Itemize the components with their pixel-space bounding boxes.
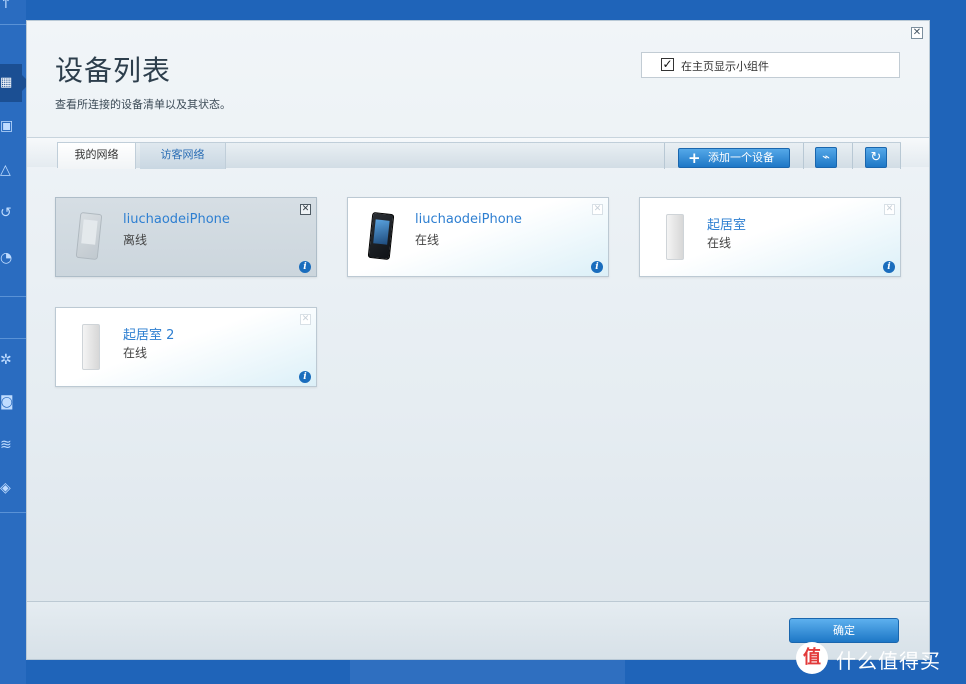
- device-card[interactable]: 起居室 在线 ✕ i: [639, 197, 901, 277]
- phone-icon: [75, 211, 103, 261]
- remove-device-icon[interactable]: ✕: [300, 314, 311, 325]
- wifi-icon[interactable]: ≋: [0, 437, 14, 453]
- tabbar-inner: 我的网络 访客网络 + 添加一个设备 ⌁ ↻: [57, 142, 901, 169]
- router-icon: [666, 214, 684, 260]
- sidebar-divider: [0, 296, 26, 297]
- toolbar-divider: [852, 143, 853, 169]
- page-title: 设备列表: [55, 54, 172, 87]
- add-device-button[interactable]: + 添加一个设备: [678, 148, 790, 168]
- toolbar-divider: [664, 143, 665, 169]
- phone-icon: [367, 211, 395, 261]
- dialog-header: 设备列表 查看所连接的设备清单以及其状态。 ✓ 在主页显示小组件: [27, 21, 929, 137]
- watermark: 值 什么值得买: [796, 640, 962, 674]
- remove-device-icon[interactable]: ✕: [300, 204, 311, 215]
- speed-icon[interactable]: ◔: [0, 250, 14, 266]
- device-list-dialog: ✕ 设备列表 查看所连接的设备清单以及其状态。 ✓ 在主页显示小组件 我的网络 …: [26, 20, 930, 660]
- broom-icon[interactable]: ⌁: [815, 147, 837, 168]
- remove-device-icon[interactable]: ✕: [592, 204, 603, 215]
- toolbar-divider: [803, 143, 804, 169]
- network-tabbar: 我的网络 访客网络 + 添加一个设备 ⌁ ↻: [27, 137, 929, 169]
- device-status: 离线: [123, 233, 148, 247]
- app-sidebar: ↑ ▦ ▣ △ ↺ ◔ ✲ ◙ ≋ ◈: [0, 0, 30, 684]
- add-device-label: 添加一个设备: [708, 151, 774, 164]
- calendar-icon[interactable]: ▣: [0, 118, 14, 134]
- device-name[interactable]: 起居室: [707, 214, 746, 233]
- device-card[interactable]: liuchaodeiPhone 在线 ✕ i: [347, 197, 609, 277]
- sidebar-divider: [0, 512, 26, 513]
- dialog-footer: 确定: [27, 601, 929, 659]
- watermark-text: 什么值得买: [836, 649, 941, 673]
- info-icon[interactable]: i: [299, 261, 311, 273]
- sidebar-divider: [0, 338, 26, 339]
- settings-icon[interactable]: ✲: [0, 352, 14, 368]
- shield-icon[interactable]: ◈: [0, 480, 14, 496]
- sidebar-item-device-list[interactable]: ▦: [0, 64, 30, 102]
- info-icon[interactable]: i: [883, 261, 895, 273]
- refresh-icon[interactable]: ↻: [865, 147, 887, 168]
- device-status: 在线: [415, 233, 440, 247]
- device-card[interactable]: 起居室 2 在线 ✕ i: [55, 307, 317, 387]
- device-status: 在线: [707, 236, 732, 250]
- toolbar-divider: [900, 143, 901, 169]
- restore-icon[interactable]: ↺: [0, 205, 14, 221]
- top-icon[interactable]: ↑: [0, 0, 14, 12]
- info-icon[interactable]: i: [299, 371, 311, 383]
- background-panel: [350, 660, 625, 684]
- page-subtitle: 查看所连接的设备清单以及其状态。: [55, 98, 231, 111]
- show-widget-label: 在主页显示小组件: [681, 60, 769, 73]
- warning-icon[interactable]: △: [0, 162, 14, 178]
- sidebar-divider: [0, 24, 26, 25]
- device-name[interactable]: 起居室 2: [123, 324, 174, 343]
- device-card[interactable]: liuchaodeiPhone 离线 ✕ i: [55, 197, 317, 277]
- tab-guest-network[interactable]: 访客网络: [140, 143, 226, 169]
- plus-icon: +: [688, 149, 701, 167]
- device-status: 在线: [123, 346, 148, 360]
- watermark-logo: 值: [796, 642, 828, 674]
- show-widget-checkbox[interactable]: ✓: [661, 58, 674, 71]
- network-icon: ▦: [0, 75, 13, 90]
- tab-my-network[interactable]: 我的网络: [58, 143, 136, 169]
- device-name[interactable]: liuchaodeiPhone: [415, 212, 522, 227]
- device-name[interactable]: liuchaodeiPhone: [123, 212, 230, 227]
- camera-icon[interactable]: ◙: [0, 394, 14, 410]
- router-icon: [82, 324, 100, 370]
- remove-device-icon[interactable]: ✕: [884, 204, 895, 215]
- info-icon[interactable]: i: [591, 261, 603, 273]
- show-widget-option[interactable]: ✓ 在主页显示小组件: [641, 52, 900, 78]
